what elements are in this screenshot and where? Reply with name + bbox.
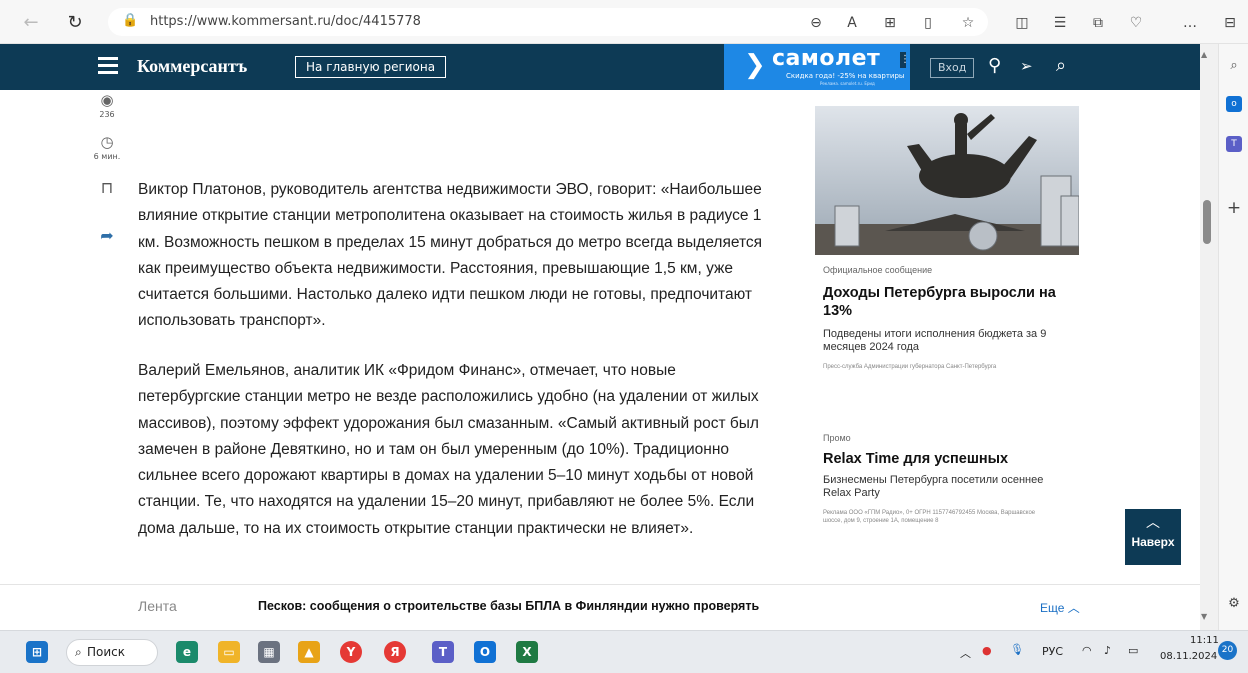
- site-header: Коммерсантъ На главную региона ❯ самолет…: [0, 44, 1200, 90]
- card-subtitle: Бизнесмены Петербурга посетили осеннее R…: [823, 474, 1044, 499]
- article-paragraph: Виктор Платонов, руководитель агентства …: [138, 181, 763, 330]
- ticker-headline[interactable]: Песков: сообщения о строительстве базы Б…: [258, 599, 759, 613]
- more-menu-icon[interactable]: …: [1180, 13, 1200, 33]
- yandex-browser-icon[interactable]: Y: [340, 641, 362, 663]
- site-logo[interactable]: Коммерсантъ: [137, 56, 247, 77]
- start-icon[interactable]: ⊞: [26, 641, 48, 663]
- split-screen-icon[interactable]: ◫: [1012, 13, 1032, 33]
- windows-taskbar: ⊞ ⌕ Поиск e ▭ ▦ ▲ Y Я T O X ︿ ● 🎙 РУС ◠ …: [0, 630, 1248, 673]
- back-to-top-label: Наверх: [1131, 535, 1175, 549]
- excel-icon[interactable]: X: [516, 641, 538, 663]
- page-scrollbar[interactable]: [1200, 44, 1218, 630]
- battery-icon[interactable]: ▭: [1128, 644, 1138, 657]
- chevron-up-icon: ︿: [1067, 601, 1080, 615]
- radio-icon[interactable]: ➢: [1020, 56, 1033, 76]
- ticker-label[interactable]: Лента: [138, 598, 177, 614]
- eye-icon: ◉: [100, 91, 114, 109]
- collections-icon[interactable]: ⧉: [1088, 13, 1108, 33]
- browser-toolbar: ← ↻ 🔒 https://www.kommersant.ru/doc/4415…: [0, 0, 1248, 44]
- back-to-top-button[interactable]: ︿ Наверх: [1125, 509, 1181, 565]
- teams-icon[interactable]: T: [432, 641, 454, 663]
- ad-brand: самолет: [772, 46, 881, 71]
- browser-sidebar: ⌕ o T + ⚙: [1218, 44, 1248, 630]
- read-time-value: 6 мин.: [93, 152, 121, 161]
- outlook-icon[interactable]: o: [1226, 96, 1242, 112]
- read-time: ◷ 6 мин.: [90, 134, 124, 161]
- ad-options-icon[interactable]: ⋮: [900, 52, 910, 68]
- sidebar-toggle-icon[interactable]: ⊟: [1220, 13, 1240, 33]
- read-aloud-icon[interactable]: A: [842, 13, 862, 33]
- antivirus-icon[interactable]: ●: [982, 644, 992, 657]
- scrollbar-thumb[interactable]: [1203, 200, 1211, 244]
- immersive-reader-icon[interactable]: ▯: [918, 13, 938, 33]
- search-icon[interactable]: ⌕: [1226, 58, 1242, 74]
- search-icon[interactable]: ⌕: [1056, 56, 1066, 76]
- app-available-icon[interactable]: ⊞: [880, 13, 900, 33]
- lock-icon: 🔒: [122, 13, 139, 28]
- calculator-icon[interactable]: ▦: [258, 641, 280, 663]
- back-icon[interactable]: ←: [20, 12, 42, 34]
- favorites-icon[interactable]: ☰: [1050, 13, 1070, 33]
- clock-time[interactable]: 11:11: [1190, 635, 1219, 646]
- microphone-icon[interactable]: 🎙: [1010, 643, 1024, 656]
- search-icon: ⌕: [75, 645, 82, 659]
- favorite-star-icon[interactable]: ☆: [958, 13, 978, 33]
- views-counter: ◉ 236: [90, 92, 124, 119]
- scroll-up-arrow[interactable]: ▲: [1201, 50, 1207, 59]
- more-label: Еще: [1040, 601, 1065, 615]
- promo-image[interactable]: [815, 106, 1079, 255]
- language-indicator[interactable]: РУС: [1042, 645, 1063, 658]
- share-icon[interactable]: ➦: [90, 226, 124, 245]
- card-source: Пресс-служба Администрации губернатора С…: [823, 364, 997, 370]
- zoom-icon[interactable]: ⊖: [806, 13, 826, 33]
- chevron-up-icon: ︿: [1146, 514, 1160, 530]
- region-home-button[interactable]: На главную региона: [295, 56, 447, 78]
- article-paragraph: Валерий Емельянов, аналитик ИК «Фридом Ф…: [138, 362, 759, 537]
- chart-app-icon[interactable]: ▲: [298, 641, 320, 663]
- notification-badge[interactable]: 20: [1218, 641, 1237, 660]
- card-title[interactable]: Relax Time для успешных: [823, 450, 1073, 468]
- clock-date[interactable]: 08.11.2024: [1160, 651, 1217, 662]
- scroll-down-arrow[interactable]: ▼: [1201, 612, 1207, 621]
- card-source: Реклама ООО «ГПМ Радио», 0+ ОГРН 1157746…: [823, 510, 1036, 524]
- tray-overflow-icon[interactable]: ︿: [960, 645, 971, 661]
- card-title[interactable]: Доходы Петербурга выросли на 13%: [823, 284, 1073, 320]
- bookmark-icon[interactable]: ⊓: [90, 178, 124, 197]
- taskbar-search[interactable]: ⌕ Поиск: [66, 639, 158, 666]
- refresh-icon[interactable]: ↻: [64, 12, 86, 34]
- teams-icon[interactable]: T: [1226, 136, 1242, 152]
- views-count: 236: [99, 110, 115, 119]
- ad-arrow-icon: ❯: [744, 50, 766, 80]
- news-ticker: Лента Песков: сообщения о строительстве …: [0, 584, 1200, 630]
- login-button[interactable]: Вход: [930, 58, 975, 78]
- url-text[interactable]: https://www.kommersant.ru/doc/4415778: [150, 14, 421, 29]
- card-kicker: Официальное сообщение: [823, 265, 933, 275]
- yandex-icon[interactable]: Я: [384, 641, 406, 663]
- ad-banner[interactable]: ❯ самолет Скидка года! -25% на квартиры …: [724, 44, 910, 90]
- wifi-icon[interactable]: ◠: [1082, 644, 1092, 657]
- file-explorer-icon[interactable]: ▭: [218, 641, 240, 663]
- outlook-icon[interactable]: O: [474, 641, 496, 663]
- add-icon[interactable]: +: [1226, 200, 1242, 217]
- volume-icon[interactable]: ♪: [1104, 644, 1111, 657]
- web-page: Коммерсантъ На главную региона ❯ самолет…: [0, 44, 1200, 630]
- extensions-icon[interactable]: ♡: [1126, 13, 1146, 33]
- ad-promo: Скидка года! -25% на квартиры: [786, 72, 905, 80]
- menu-icon[interactable]: [98, 57, 118, 75]
- taskbar-search-label: Поиск: [87, 645, 126, 659]
- location-icon[interactable]: ⚲: [988, 56, 1001, 76]
- clock-icon: ◷: [100, 133, 114, 151]
- edge-icon[interactable]: e: [176, 641, 198, 663]
- card-subtitle: Подведены итоги исполнения бюджета за 9 …: [823, 328, 1047, 353]
- settings-icon[interactable]: ⚙: [1226, 596, 1242, 612]
- more-button[interactable]: Еще ︿: [1040, 599, 1080, 616]
- card-kicker: Промо: [823, 433, 851, 443]
- bronze-horseman-coins-image: [815, 106, 1079, 255]
- ad-note: Реклама. samolet.ru. Ерид: [820, 81, 875, 86]
